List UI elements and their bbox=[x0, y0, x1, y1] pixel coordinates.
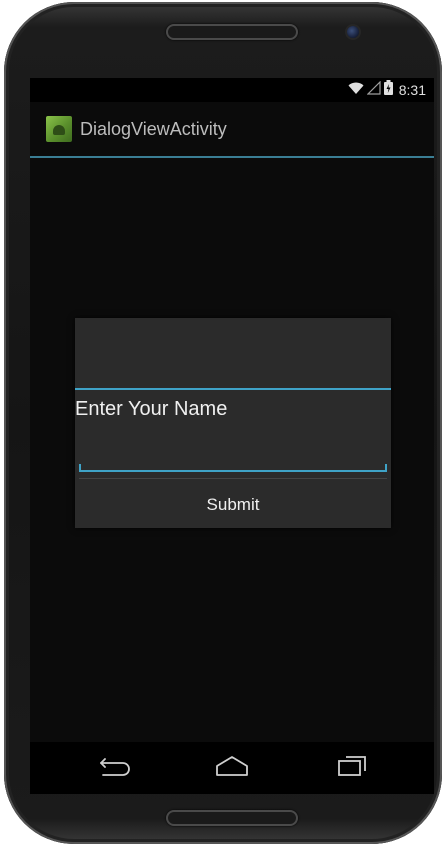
dialog-title-area bbox=[75, 318, 391, 390]
battery-icon bbox=[383, 80, 393, 100]
signal-icon bbox=[366, 80, 381, 100]
status-bar: 8:31 bbox=[30, 78, 434, 102]
name-dialog: Enter Your Name Submit bbox=[75, 318, 391, 528]
input-underline-tick-right bbox=[385, 464, 387, 470]
app-launcher-icon[interactable] bbox=[46, 116, 72, 142]
home-icon bbox=[214, 755, 250, 782]
phone-frame: 8:31 DialogViewActivity Enter Your Name … bbox=[4, 2, 442, 844]
back-button[interactable] bbox=[85, 752, 145, 784]
wifi-icon bbox=[348, 81, 364, 100]
back-icon bbox=[97, 755, 133, 782]
navigation-bar bbox=[30, 742, 434, 794]
device-screen: 8:31 DialogViewActivity Enter Your Name … bbox=[30, 78, 434, 794]
earpiece-speaker bbox=[166, 24, 298, 40]
status-icons: 8:31 bbox=[348, 80, 426, 100]
input-underline-tick-left bbox=[79, 464, 81, 470]
app-title: DialogViewActivity bbox=[80, 119, 227, 139]
status-time: 8:31 bbox=[398, 82, 426, 98]
recents-button[interactable] bbox=[322, 752, 382, 784]
home-button[interactable] bbox=[202, 752, 262, 784]
name-input[interactable] bbox=[79, 436, 387, 472]
recents-icon bbox=[337, 755, 367, 782]
submit-button[interactable]: Submit bbox=[75, 479, 391, 528]
front-camera bbox=[347, 26, 359, 38]
dialog-message: Enter Your Name bbox=[75, 398, 228, 420]
action-bar: DialogViewActivity bbox=[30, 102, 434, 158]
bottom-speaker bbox=[166, 810, 298, 826]
